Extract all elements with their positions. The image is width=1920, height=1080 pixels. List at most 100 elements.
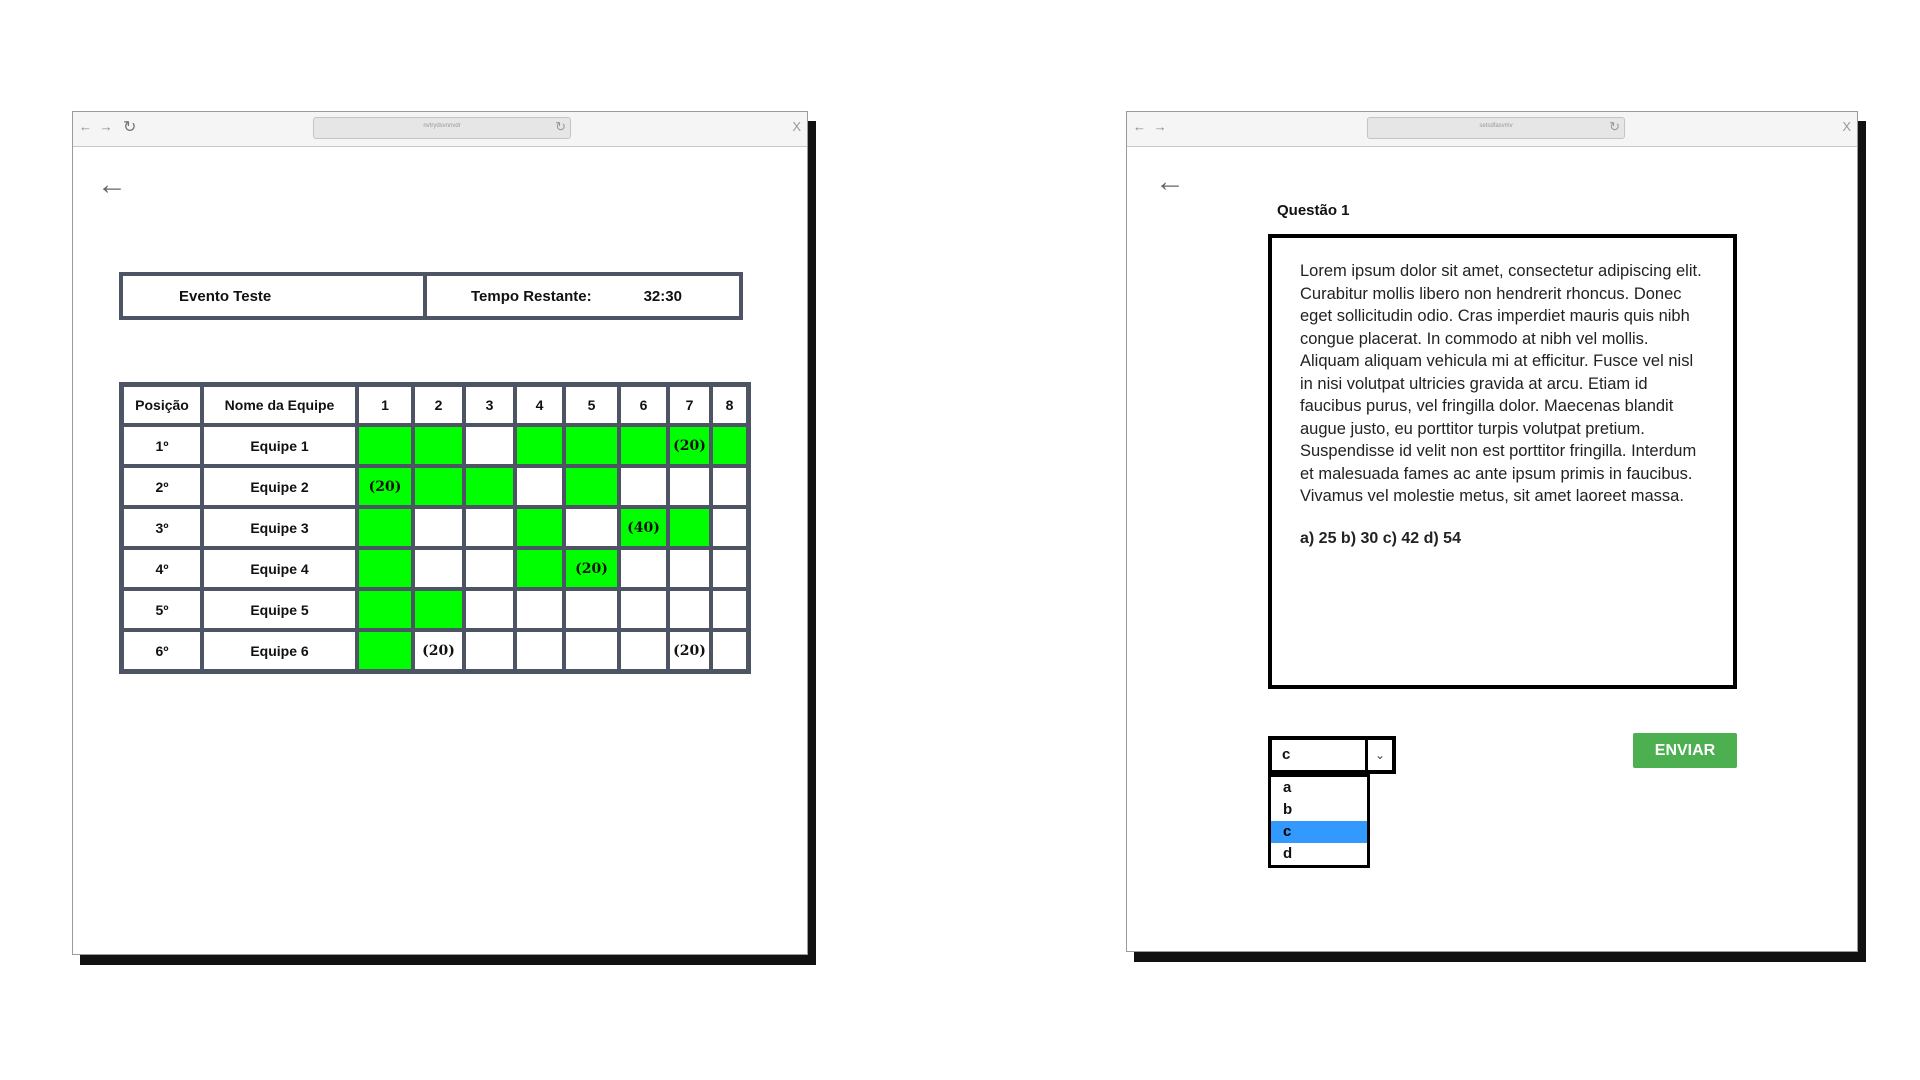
problem-cell	[564, 630, 619, 671]
scoreboard-table: Posição Nome da Equipe 1 2 3 4 5 6 7 8 1…	[119, 382, 751, 674]
event-name: Evento Teste	[123, 276, 427, 316]
table-row: 4º Equipe 4 (20)	[122, 548, 748, 589]
dropdown-option-a[interactable]: a	[1271, 777, 1367, 799]
event-header: Evento Teste Tempo Restante: 32:30	[119, 272, 743, 320]
problem-cell	[668, 548, 711, 589]
team-name-cell: Equipe 5	[202, 589, 357, 630]
answer-dropdown: a b c d	[1268, 774, 1370, 868]
chevron-down-icon[interactable]: ⌄	[1365, 740, 1392, 770]
team-name-cell: Equipe 4	[202, 548, 357, 589]
column-header: 3	[464, 385, 515, 425]
table-row: 5º Equipe 5	[122, 589, 748, 630]
problem-cell	[564, 507, 619, 548]
problem-cell	[357, 425, 413, 466]
close-icon[interactable]: X	[792, 119, 801, 134]
select-value[interactable]: c	[1272, 740, 1365, 770]
position-cell: 5º	[122, 589, 202, 630]
address-bar[interactable]: nvtrydsvnnvdr ↻	[313, 117, 571, 139]
problem-cell	[515, 548, 564, 589]
dropdown-option-b[interactable]: b	[1271, 799, 1367, 821]
problem-cell	[413, 548, 464, 589]
problem-cell	[357, 507, 413, 548]
problem-cell	[464, 466, 515, 507]
column-header: 4	[515, 385, 564, 425]
problem-cell	[515, 425, 564, 466]
address-bar[interactable]: setsdfasvmv ↻	[1367, 117, 1625, 139]
table-row: 1º Equipe 1 (20)	[122, 425, 748, 466]
problem-cell	[515, 466, 564, 507]
problem-cell	[357, 630, 413, 671]
timer-value: 32:30	[643, 287, 682, 305]
address-reload-icon[interactable]: ↻	[555, 119, 566, 135]
answer-select[interactable]: c ⌄	[1268, 736, 1396, 774]
problem-cell	[668, 466, 711, 507]
problem-cell	[413, 425, 464, 466]
problem-cell	[464, 425, 515, 466]
column-header: 8	[711, 385, 748, 425]
dropdown-option-c[interactable]: c	[1271, 821, 1367, 843]
problem-cell	[515, 507, 564, 548]
problem-cell	[413, 466, 464, 507]
problem-cell	[564, 589, 619, 630]
problem-cell	[357, 589, 413, 630]
problem-cell	[464, 630, 515, 671]
problem-cell	[564, 425, 619, 466]
problem-cell	[515, 630, 564, 671]
dropdown-option-d[interactable]: d	[1271, 843, 1367, 865]
column-header: 2	[413, 385, 464, 425]
close-icon[interactable]: X	[1842, 119, 1851, 134]
problem-cell	[413, 589, 464, 630]
problem-cell	[515, 589, 564, 630]
problem-cell: (20)	[564, 548, 619, 589]
column-header: 6	[619, 385, 668, 425]
question-box: Lorem ipsum dolor sit amet, consectetur …	[1268, 234, 1737, 689]
table-row: 6º Equipe 6 (20) (20)	[122, 630, 748, 671]
problem-cell	[619, 630, 668, 671]
problem-cell	[619, 589, 668, 630]
problem-cell	[619, 548, 668, 589]
position-cell: 1º	[122, 425, 202, 466]
browser-toolbar: ← → ↻ nvtrydsvnnvdr ↻ X	[73, 112, 807, 147]
history-arrows-icon[interactable]: ← →	[1133, 119, 1169, 134]
submit-button[interactable]: ENVIAR	[1633, 733, 1737, 768]
address-text: nvtrydsvnnvdr	[423, 123, 461, 129]
team-name-cell: Equipe 3	[202, 507, 357, 548]
team-name-cell: Equipe 6	[202, 630, 357, 671]
column-header: Posição	[122, 385, 202, 425]
team-name-cell: Equipe 2	[202, 466, 357, 507]
problem-cell	[564, 466, 619, 507]
problem-cell	[619, 425, 668, 466]
timer-label: Tempo Restante:	[471, 287, 592, 305]
problem-cell: (40)	[619, 507, 668, 548]
browser-toolbar: ← → setsdfasvmv ↻ X	[1127, 112, 1857, 147]
scoreboard-window: ← → ↻ nvtrydsvnnvdr ↻ X ← Evento Teste T…	[72, 111, 808, 955]
reload-icon[interactable]: ↻	[123, 117, 136, 137]
team-name-cell: Equipe 1	[202, 425, 357, 466]
scoreboard-header-row: Posição Nome da Equipe 1 2 3 4 5 6 7 8	[122, 385, 748, 425]
back-arrow-icon[interactable]: ←	[1155, 167, 1185, 197]
address-reload-icon[interactable]: ↻	[1609, 119, 1620, 135]
table-row: 3º Equipe 3 (40)	[122, 507, 748, 548]
problem-cell	[464, 507, 515, 548]
problem-cell	[619, 466, 668, 507]
position-cell: 6º	[122, 630, 202, 671]
table-row: 2º Equipe 2 (20)	[122, 466, 748, 507]
question-text: Lorem ipsum dolor sit amet, consectetur …	[1300, 262, 1702, 505]
problem-cell	[711, 548, 748, 589]
column-header: 5	[564, 385, 619, 425]
problem-cell	[464, 548, 515, 589]
question-window: ← → setsdfasvmv ↻ X ← Questão 1 Lorem ip…	[1126, 111, 1858, 952]
problem-cell	[711, 630, 748, 671]
problem-cell	[413, 507, 464, 548]
column-header: 7	[668, 385, 711, 425]
problem-cell	[464, 589, 515, 630]
address-text: setsdfasvmv	[1479, 123, 1513, 129]
timer: Tempo Restante: 32:30	[427, 276, 739, 316]
history-arrows-icon[interactable]: ← →	[79, 119, 115, 134]
problem-cell: (20)	[668, 630, 711, 671]
back-arrow-icon[interactable]: ←	[97, 170, 127, 200]
problem-cell	[711, 425, 748, 466]
position-cell: 4º	[122, 548, 202, 589]
problem-cell	[668, 589, 711, 630]
problem-cell	[668, 507, 711, 548]
